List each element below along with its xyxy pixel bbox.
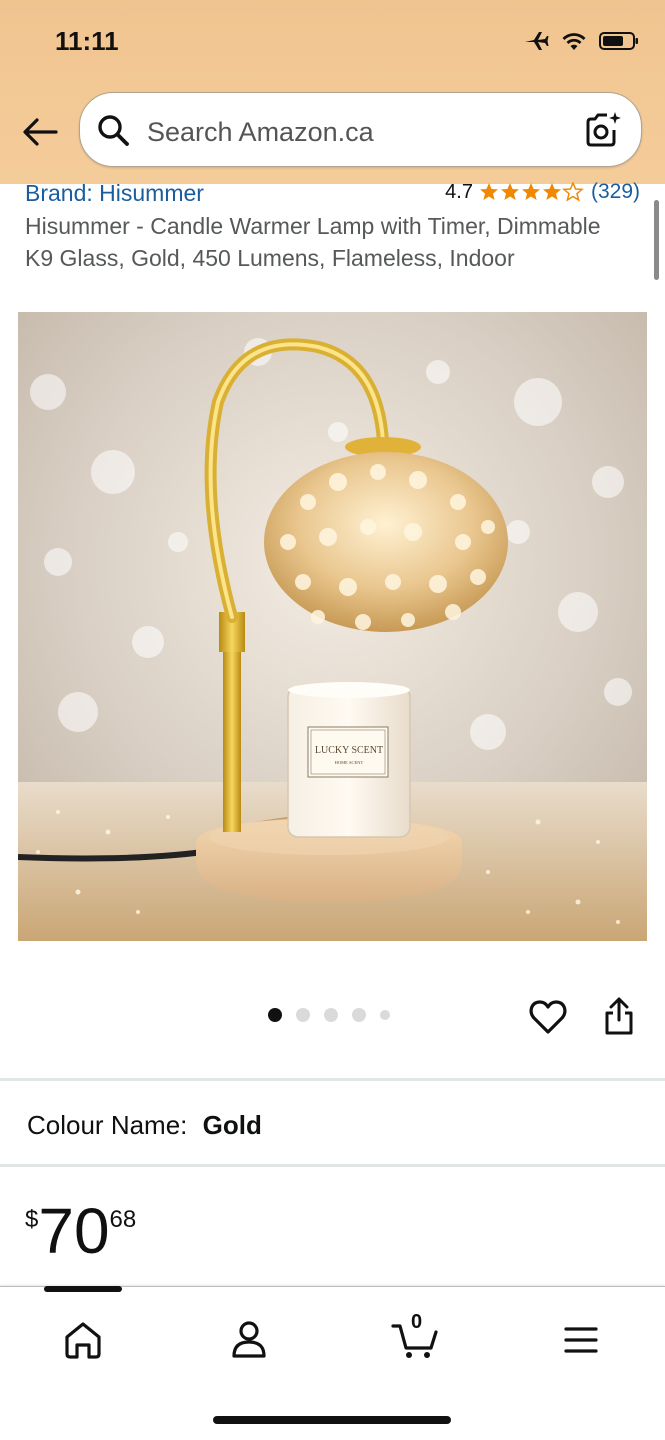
divider bbox=[0, 1164, 665, 1167]
home-icon bbox=[65, 1322, 101, 1359]
status-icons bbox=[523, 26, 639, 56]
product-title: Hisummer - Candle Warmer Lamp with Timer… bbox=[25, 213, 601, 271]
carousel-dot[interactable] bbox=[296, 1008, 310, 1022]
scrollbar bbox=[654, 200, 659, 280]
price-fraction: 68 bbox=[109, 1206, 137, 1233]
colour-selector[interactable]: Colour Name: Gold bbox=[27, 1110, 262, 1141]
brand-link[interactable]: Brand: Hisummer bbox=[25, 180, 204, 207]
nav-account[interactable] bbox=[224, 1315, 274, 1365]
back-button[interactable] bbox=[20, 114, 60, 150]
price-symbol: $ bbox=[25, 1206, 39, 1233]
colour-label: Colour Name: bbox=[27, 1110, 188, 1140]
rating-summary[interactable]: 4.7 (329) bbox=[445, 180, 640, 204]
app-header: 11:11 Search Amazon.ca bbox=[0, 0, 665, 184]
image-carousel-dots[interactable] bbox=[268, 1008, 390, 1022]
colour-value: Gold bbox=[202, 1110, 262, 1140]
carousel-dot[interactable] bbox=[352, 1008, 366, 1022]
home-indicator bbox=[213, 1416, 451, 1424]
search-bar[interactable]: Search Amazon.ca bbox=[79, 92, 642, 167]
heart-icon[interactable] bbox=[529, 998, 567, 1036]
share-icon[interactable] bbox=[603, 996, 635, 1036]
rating-value: 4.7 bbox=[445, 180, 473, 203]
carousel-dot[interactable] bbox=[380, 1010, 390, 1020]
nav-menu[interactable] bbox=[556, 1315, 606, 1365]
star-rating-icon bbox=[479, 182, 584, 202]
arrow-left-icon bbox=[23, 118, 58, 146]
battery-icon bbox=[599, 32, 638, 50]
status-time: 11:11 bbox=[55, 26, 119, 56]
search-input[interactable]: Search Amazon.ca bbox=[147, 117, 374, 148]
account-icon bbox=[232, 1321, 266, 1358]
candle-label-text: LUCKY SCENT bbox=[315, 745, 383, 756]
review-count[interactable]: (329) bbox=[591, 180, 640, 204]
airplane-icon bbox=[525, 32, 549, 50]
menu-icon bbox=[564, 1327, 598, 1353]
product-image[interactable]: LUCKY SCENT HOME SCENT bbox=[18, 312, 647, 941]
search-icon bbox=[98, 115, 129, 146]
carousel-dot[interactable] bbox=[268, 1008, 282, 1022]
camera-search-icon[interactable] bbox=[583, 110, 623, 150]
divider bbox=[0, 1078, 665, 1081]
candle-lamp-illustration: LUCKY SCENT HOME SCENT bbox=[18, 312, 647, 941]
nav-home[interactable] bbox=[58, 1315, 108, 1365]
cart-count: 0 bbox=[411, 1311, 423, 1333]
candle-sublabel-text: HOME SCENT bbox=[335, 760, 364, 765]
price-whole: 70 bbox=[38, 1195, 110, 1267]
nav-cart[interactable]: 0 bbox=[390, 1311, 440, 1365]
nav-active-indicator bbox=[44, 1286, 122, 1292]
price: $ 70 68 bbox=[25, 1196, 136, 1266]
brand-rating-row: Brand: Hisummer 4.7 (329) bbox=[25, 180, 640, 210]
carousel-dot[interactable] bbox=[324, 1008, 338, 1022]
wifi-icon bbox=[562, 33, 586, 50]
